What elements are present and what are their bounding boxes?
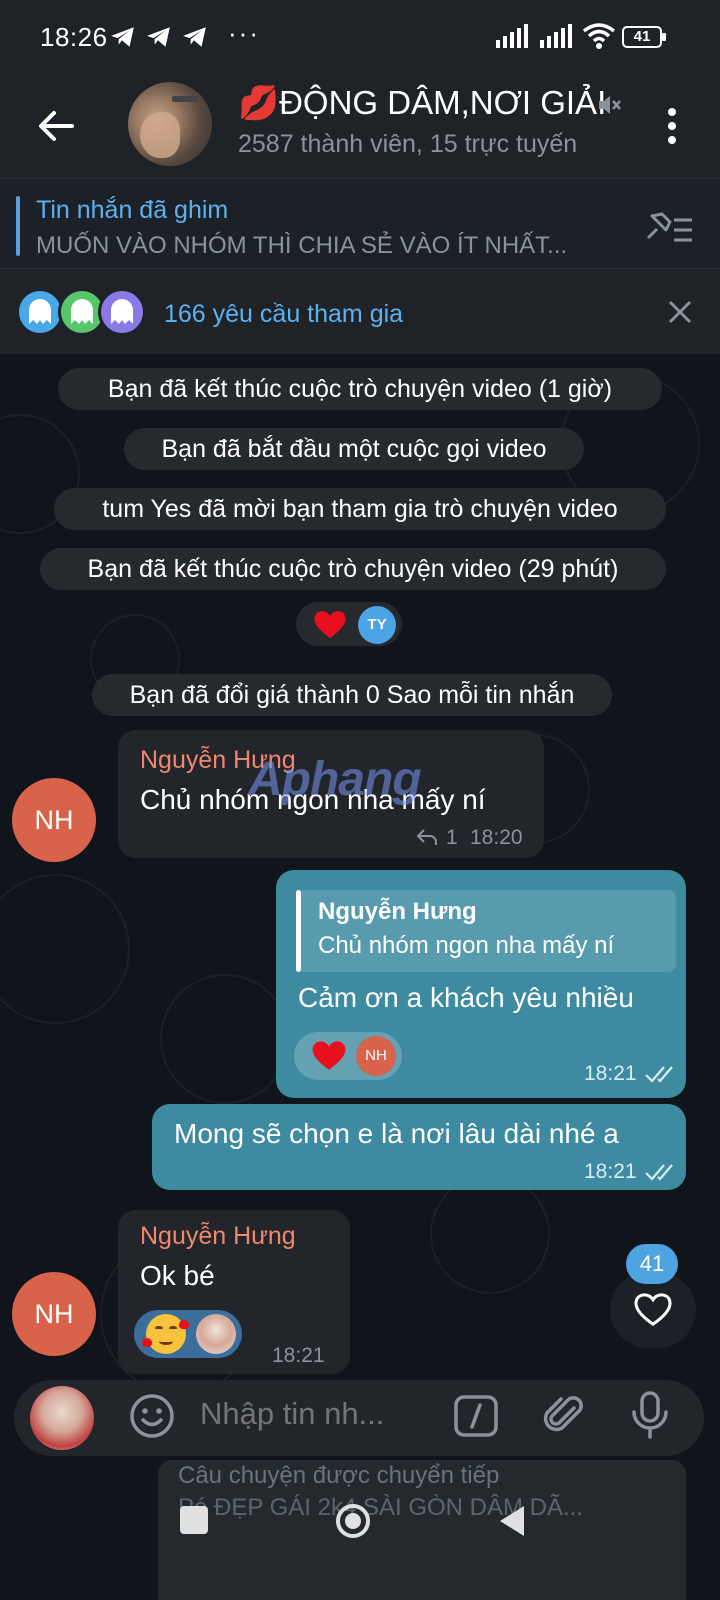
unread-count-badge[interactable]: 41 [626, 1244, 678, 1284]
more-notifications-icon: ··· [228, 18, 260, 48]
ghost-icon [29, 299, 51, 324]
signal-icon [540, 24, 572, 48]
signal-icon [496, 24, 528, 48]
member-count: 2587 thành viên, 15 trực tuyến [238, 130, 578, 158]
ghost-icon [71, 299, 93, 324]
service-message: Bạn đã đổi giá thành 0 Sao mỗi tin nhắn [92, 674, 612, 716]
send-as-avatar[interactable] [30, 1386, 94, 1450]
heart-reaction-icon [312, 1041, 346, 1070]
reaction-user-avatar: TY [358, 606, 396, 644]
telegram-notification-icon [147, 27, 170, 47]
pinned-text: MUỐN VÀO NHÓM THÌ CHIA SẺ VÀO ÍT NHẤT... [36, 232, 568, 259]
telegram-notification-icon [183, 27, 206, 47]
quoted-text: Chủ nhóm ngon nha mấy ní [318, 932, 615, 959]
recent-apps-button[interactable] [180, 1506, 208, 1534]
telegram-notification-icon [111, 27, 134, 47]
attach-paperclip-icon[interactable] [540, 1390, 588, 1440]
pinned-list-icon[interactable] [640, 208, 696, 248]
message-text: Cảm ơn a khách yêu nhiều [298, 982, 634, 1013]
join-requests-label[interactable]: 166 yêu cầu tham gia [164, 300, 403, 329]
message-time: 18:21 [272, 1344, 325, 1367]
sender-avatar[interactable]: NH [12, 778, 96, 862]
ghost-icon [111, 299, 133, 324]
smiling-face-hearts-icon [142, 1314, 189, 1354]
back-arrow-icon[interactable] [34, 104, 78, 148]
reaction-user-avatar [196, 1314, 236, 1354]
pinned-indicator [16, 196, 20, 256]
wifi-icon [582, 23, 616, 49]
read-double-check-icon [645, 1164, 673, 1181]
watermark: Aphang [248, 753, 422, 806]
message-time: 18:21 [584, 1160, 637, 1183]
message-time: 18:20 [470, 826, 523, 849]
message-text: Mong sẽ chọn e là nơi lâu dài nhé a [174, 1118, 619, 1149]
service-message: Bạn đã bắt đầu một cuộc gọi video [124, 428, 584, 470]
read-double-check-icon [645, 1066, 673, 1083]
quoted-reply-bar [296, 890, 301, 972]
pinned-title: Tin nhắn đã ghim [36, 196, 229, 224]
heart-reaction-icon [314, 611, 346, 638]
service-message: Bạn đã kết thúc cuộc trò chuyện video (1… [58, 368, 662, 410]
quoted-sender: Nguyễn Hưng [318, 898, 477, 925]
message-text: Ok bé [140, 1260, 215, 1291]
heart-icon [634, 1293, 672, 1327]
group-title[interactable]: 💋ĐỘNG DÂM,NƠI GIẢI [238, 84, 618, 128]
status-time: 18:26 [40, 22, 108, 52]
emoji-icon[interactable] [128, 1392, 176, 1440]
more-menu-icon[interactable] [652, 104, 692, 148]
microphone-icon[interactable] [628, 1390, 672, 1440]
message-time: 18:21 [584, 1062, 637, 1085]
requester-avatar [98, 288, 146, 336]
reply-icon [416, 829, 437, 845]
bot-commands-icon[interactable] [452, 1394, 500, 1438]
sender-avatar[interactable]: NH [12, 1272, 96, 1356]
requester-avatar [16, 288, 64, 336]
reaction-user-avatar: NH [356, 1036, 396, 1076]
message-input[interactable] [200, 1388, 430, 1440]
service-message: tum Yes đã mời bạn tham gia trò chuyện v… [54, 488, 666, 530]
sender-name[interactable]: Nguyễn Hưng [140, 1222, 296, 1251]
service-message: Bạn đã kết thúc cuộc trò chuyện video (2… [40, 548, 666, 590]
group-avatar[interactable] [128, 82, 212, 166]
muted-icon [599, 96, 621, 114]
home-button[interactable] [334, 1502, 372, 1540]
nav-back-button[interactable] [496, 1504, 526, 1538]
forwarded-title: Câu chuyện được chuyển tiếp [178, 1462, 500, 1489]
close-icon[interactable] [666, 298, 694, 326]
battery-icon: 41 [622, 26, 666, 48]
reply-count[interactable]: 1 [446, 826, 458, 850]
